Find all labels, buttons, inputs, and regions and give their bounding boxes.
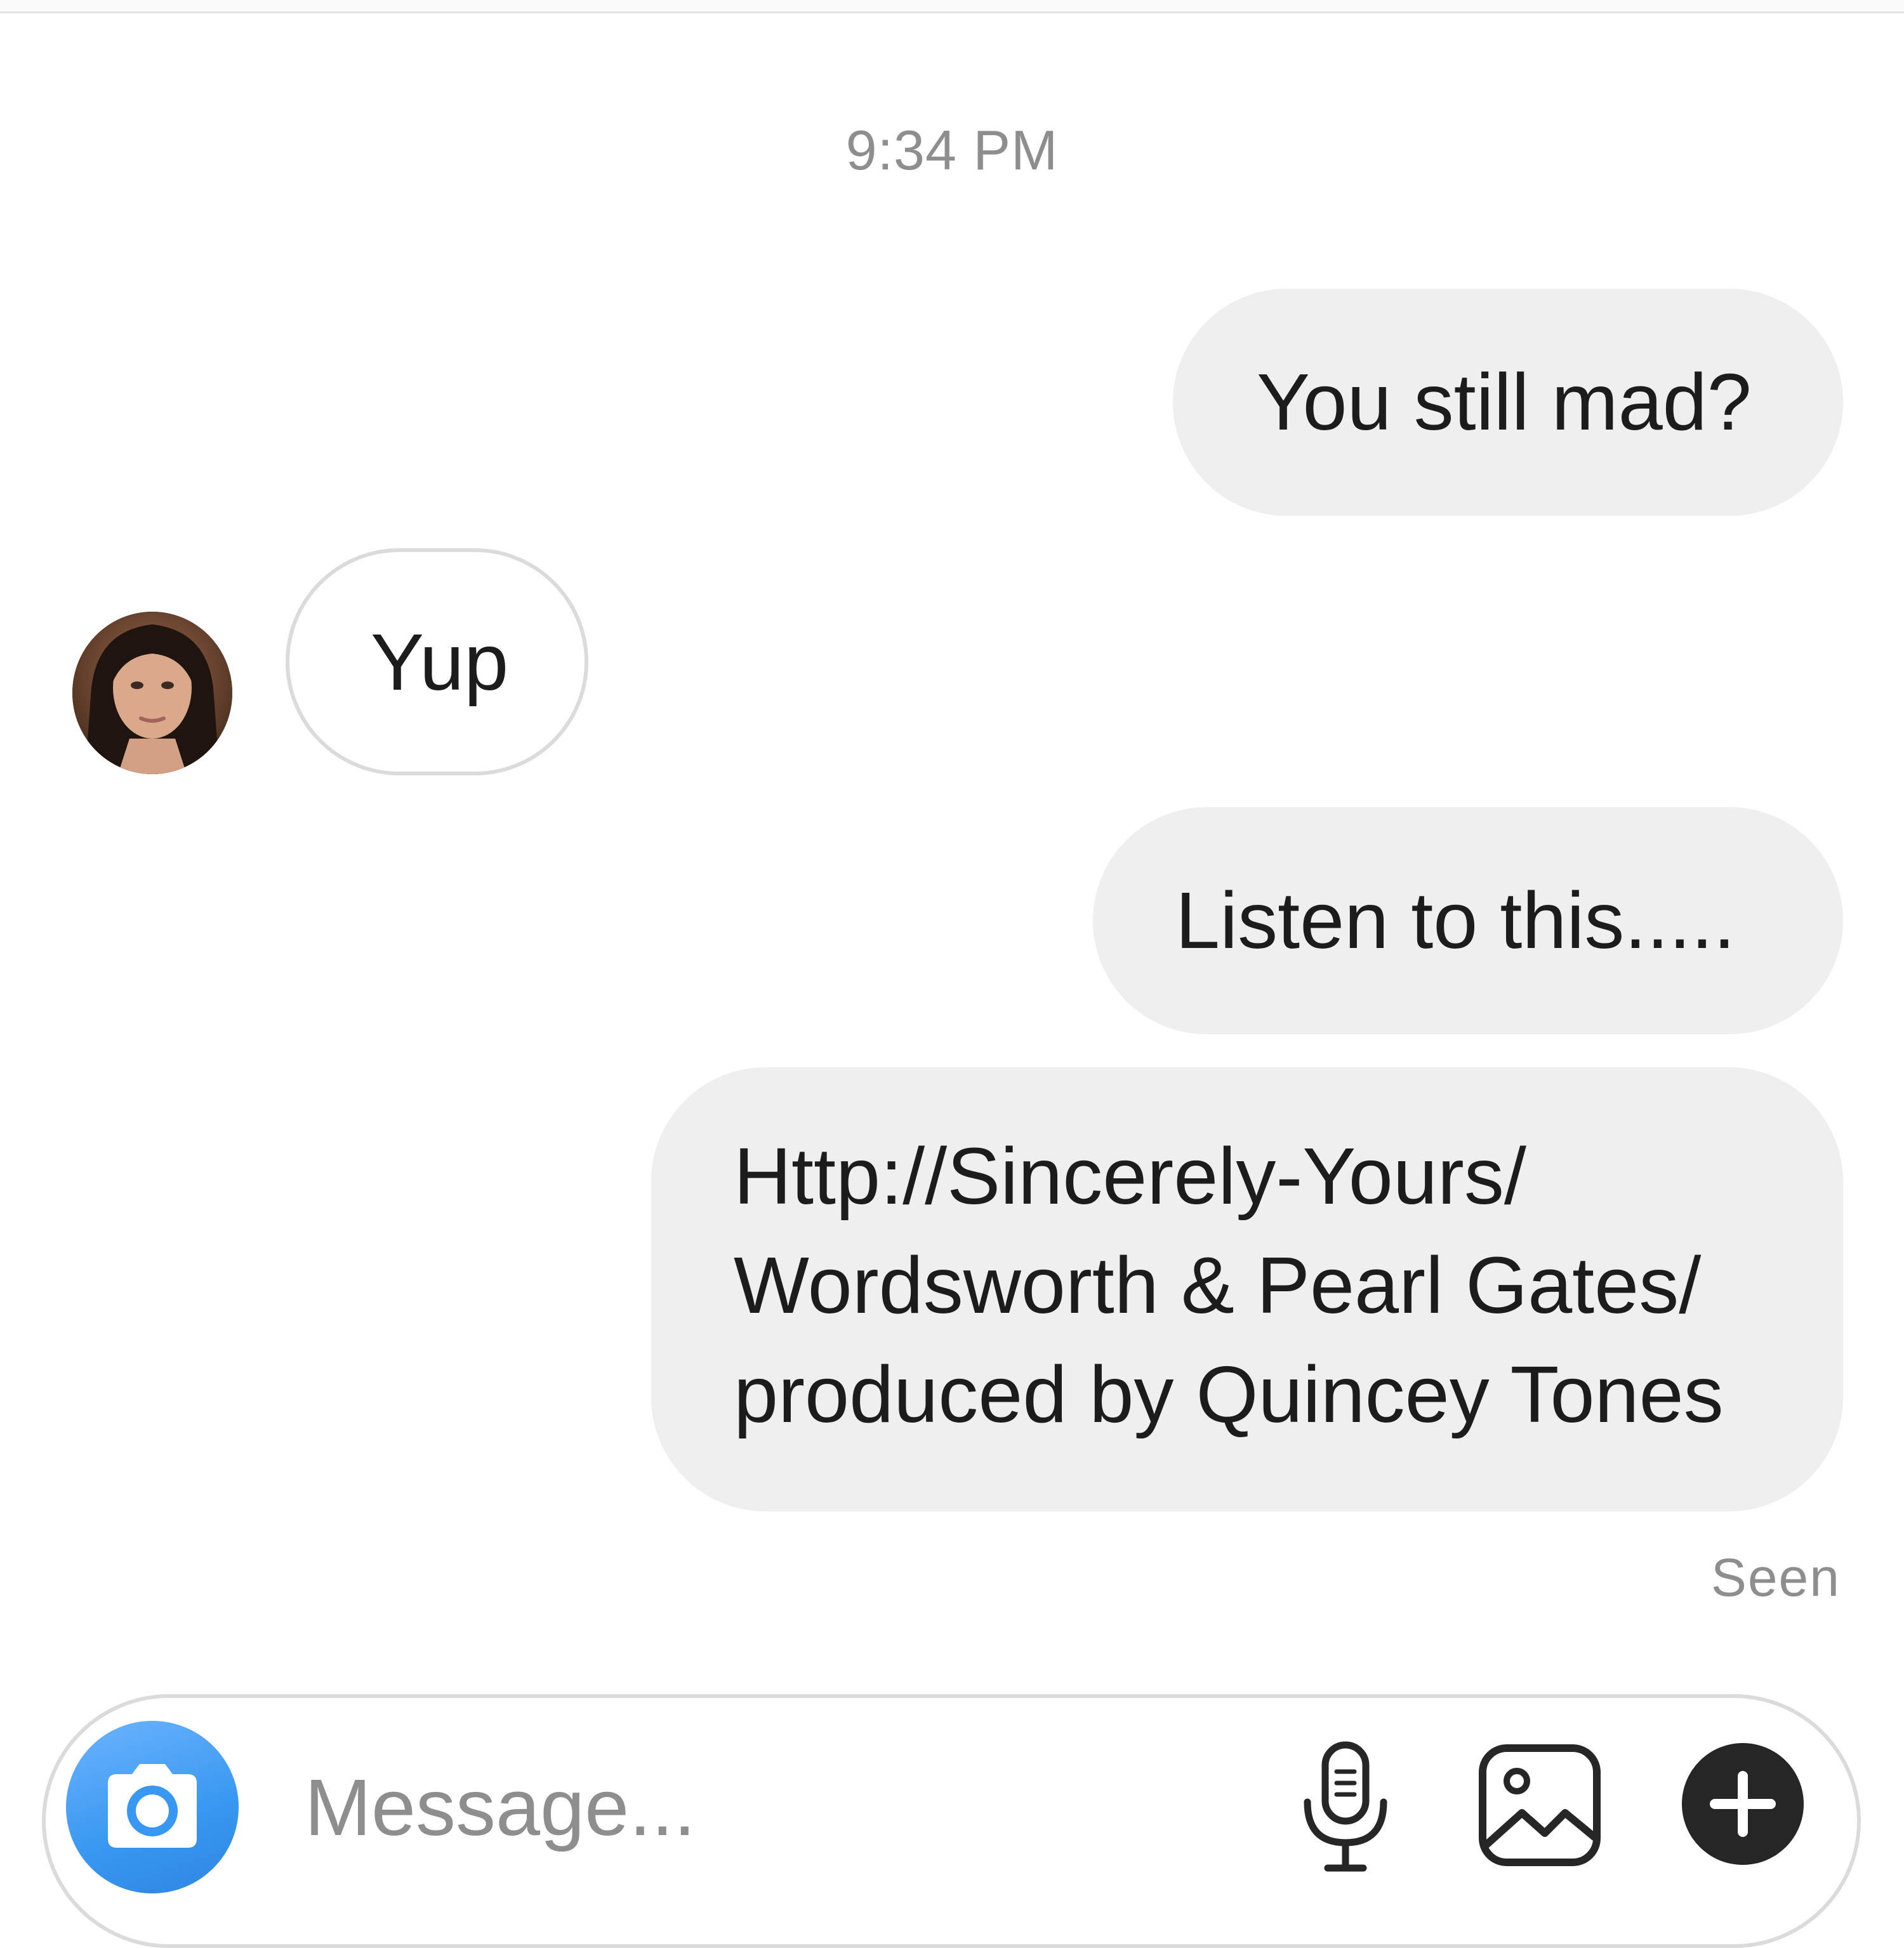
read-receipt: Seen: [1710, 1548, 1841, 1607]
gallery-button[interactable]: [1476, 1742, 1603, 1869]
outgoing-message-bubble[interactable]: Listen to this.....: [1093, 807, 1843, 1034]
header-divider: [0, 0, 1904, 13]
outgoing-message-bubble[interactable]: You still mad?: [1173, 289, 1843, 516]
message-text-line: Wordsworth & Pearl Gates/: [734, 1241, 1702, 1330]
message-text: You still mad?: [1257, 357, 1752, 447]
microphone-icon: [1304, 1741, 1387, 1872]
contact-avatar[interactable]: [72, 612, 232, 774]
gallery-icon: [1479, 1744, 1601, 1866]
message-text: Yup: [371, 617, 509, 707]
message-text-line: Http://Sincerely-Yours/: [734, 1131, 1526, 1221]
camera-icon: [108, 1764, 197, 1848]
plus-icon: [1682, 1743, 1804, 1865]
message-text-line: produced by Quincey Tones: [734, 1350, 1724, 1439]
voice-message-button[interactable]: [1295, 1739, 1396, 1878]
camera-button[interactable]: [66, 1721, 239, 1893]
avatar-image: [72, 612, 232, 774]
message-text: Listen to this.....: [1175, 876, 1736, 965]
more-options-button[interactable]: [1679, 1741, 1806, 1867]
message-input[interactable]: [305, 1756, 1225, 1858]
message-timestamp: 9:34 PM: [845, 119, 1059, 181]
incoming-message-bubble[interactable]: Yup: [286, 548, 588, 775]
outgoing-message-bubble[interactable]: Http://Sincerely-Yours/ Wordsworth & Pea…: [651, 1067, 1843, 1511]
